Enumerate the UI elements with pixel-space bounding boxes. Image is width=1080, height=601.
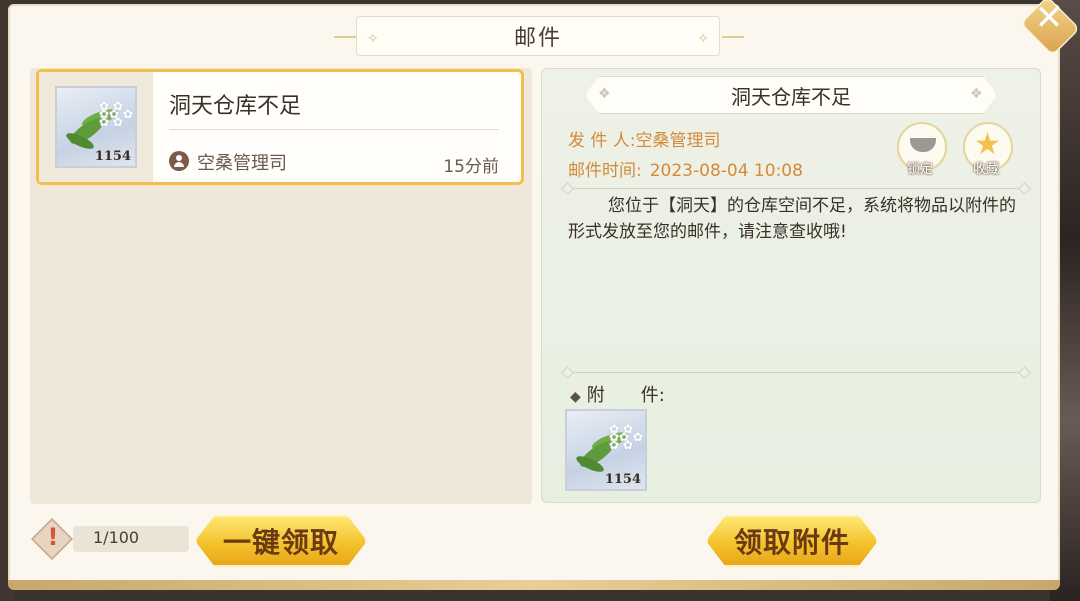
- plant-item-icon: ✿ ✿ ✿✿ ✿ ✿ ✿ 1154: [55, 86, 137, 168]
- attachment-plant-icon[interactable]: ✿ ✿ ✿✿ ✿ ✿ ✿ 1154: [565, 409, 647, 491]
- claim-all-button[interactable]: 一键领取: [195, 515, 367, 567]
- title-right-ornament-icon: ✧: [697, 31, 709, 47]
- title-tab: ✧ 邮件 ✧: [356, 16, 720, 56]
- time-line: 邮件时间: 2023-08-04 10:08: [568, 156, 803, 181]
- sender-value: 空桑管理司: [635, 131, 721, 151]
- attachment-count: 1154: [604, 472, 641, 487]
- separator-top: [568, 188, 1026, 189]
- time-value: 2023-08-04 10:08: [649, 161, 803, 181]
- lock-icon: [910, 138, 936, 152]
- detail-title-bar: 洞天仓库不足: [585, 76, 997, 114]
- claim-attachment-label: 领取附件: [733, 526, 850, 559]
- title-left-ornament-icon: ✧: [367, 31, 379, 47]
- mail-body: 您位于【洞天】的仓库空间不足，系统将物品以附件的形式发放至您的邮件，请注意查收哦…: [568, 196, 1016, 242]
- user-icon: [169, 151, 189, 171]
- lock-label: 锁定: [907, 162, 934, 177]
- window-bottom-border: [8, 580, 1060, 590]
- mail-divider: [169, 129, 499, 130]
- title-right-line: [722, 36, 744, 38]
- close-icon[interactable]: ✕: [1033, 1, 1065, 35]
- exclamation-icon: !: [47, 523, 59, 551]
- claim-all-label: 一键领取: [222, 526, 339, 559]
- mail-title: 洞天仓库不足: [169, 94, 302, 119]
- title-left-line: [334, 36, 356, 38]
- sender-label: 发 件 人:: [568, 131, 636, 151]
- detail-title: 洞天仓库不足: [731, 84, 851, 109]
- claim-attachment-button[interactable]: 领取附件: [706, 515, 878, 567]
- detail-right-ornament-icon: ❖: [970, 86, 983, 102]
- mail-list-item[interactable]: ✿ ✿ ✿✿ ✿ ✿ ✿ 1154 洞天仓库不足 空桑管理司 15分前: [36, 69, 524, 185]
- separator-bottom: [568, 372, 1026, 373]
- item-count: 1154: [94, 149, 131, 164]
- star-icon: ★: [974, 127, 1001, 162]
- sender-line: 发 件 人:空桑管理司: [568, 126, 721, 151]
- detail-left-ornament-icon: ❖: [598, 86, 611, 102]
- attachment-label: ◆ 附 件:: [570, 381, 665, 407]
- page-title: 邮件: [513, 26, 562, 51]
- diamond-icon: ◆: [570, 389, 581, 405]
- attachment-label-text: 附 件:: [586, 385, 665, 406]
- mail-time: 15分前: [443, 157, 499, 177]
- favorite-label: 收藏: [973, 162, 1000, 177]
- mail-count: 1/100: [93, 528, 140, 547]
- mail-sender: 空桑管理司: [197, 153, 287, 174]
- time-label: 邮件时间:: [568, 161, 642, 181]
